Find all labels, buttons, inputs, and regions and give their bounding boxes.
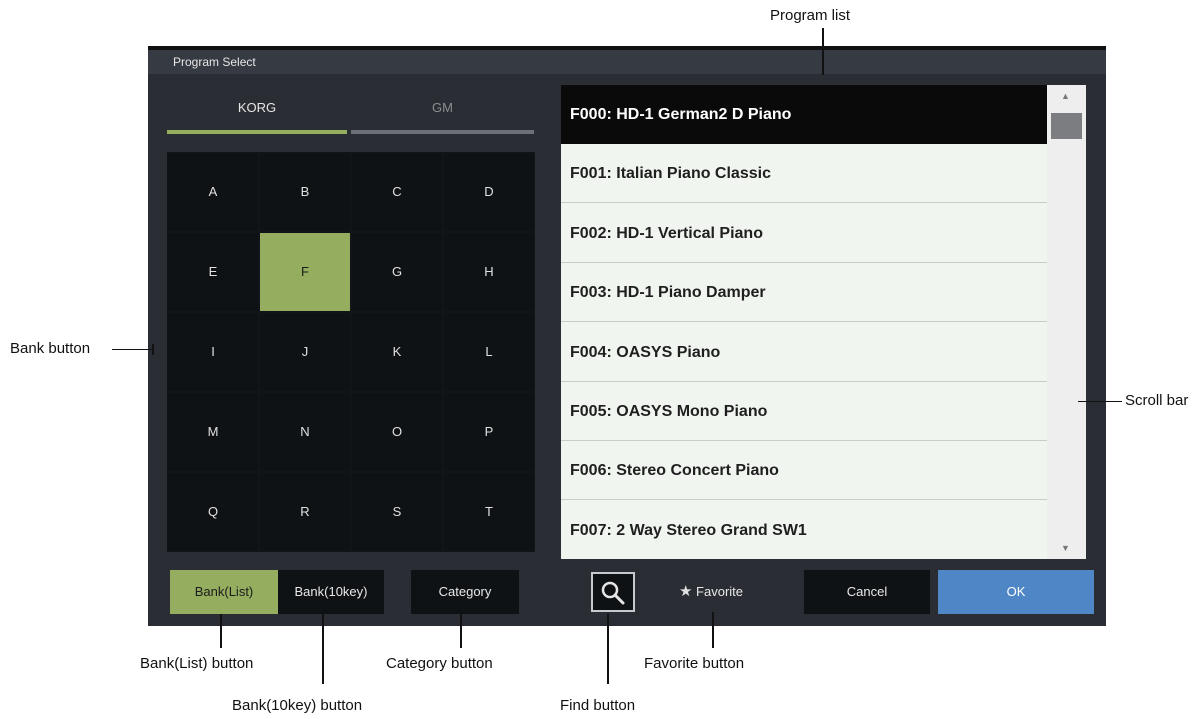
bank-grid: ABCD EFGH IJKL MNOP QRST (167, 152, 535, 552)
leader-bank-button (112, 349, 152, 350)
callout-bank-list-button: Bank(List) button (140, 655, 254, 672)
bank-button-s[interactable]: S (352, 473, 442, 551)
program-list-item[interactable]: F000: HD-1 German2 D Piano (561, 85, 1047, 144)
leader-favorite (712, 612, 714, 648)
callout-favorite-button: Favorite button (644, 655, 745, 672)
bank-button-q[interactable]: Q (168, 473, 258, 551)
bank-button-j[interactable]: J (260, 313, 350, 391)
callout-bank-button: Bank button (10, 340, 91, 357)
callout-program-list: Program list (770, 7, 851, 24)
bank-button-d[interactable]: D (444, 153, 534, 231)
bank-button-c[interactable]: C (352, 153, 442, 231)
leader-bank-10key (322, 614, 324, 684)
bank-button-a[interactable]: A (168, 153, 258, 231)
program-select-dialog: Program Select KORG GM ABCD EFGH IJKL MNOP Q… (148, 46, 1106, 626)
program-list-item[interactable]: F003: HD-1 Piano Damper (561, 263, 1047, 323)
tab-gm[interactable]: GM (351, 96, 534, 134)
leader-program-list (822, 28, 824, 75)
callout-scroll-bar: Scroll bar (1125, 392, 1189, 409)
bank-button-m[interactable]: M (168, 393, 258, 471)
dialog-titlebar: Program Select (148, 50, 1106, 74)
bank-10key-button[interactable]: Bank(10key) (278, 570, 384, 614)
bank-button-g[interactable]: G (352, 233, 442, 311)
tab-gm-indicator (351, 130, 534, 134)
leader-bank-button-tick (152, 344, 154, 355)
tab-korg[interactable]: KORG (167, 96, 347, 134)
scroll-thumb[interactable] (1051, 113, 1082, 139)
program-list-item[interactable]: F006: Stereo Concert Piano (561, 441, 1047, 501)
magnifier-icon (601, 581, 625, 605)
dialog-bottom-edge (148, 624, 1106, 626)
program-list-item[interactable]: F005: OASYS Mono Piano (561, 382, 1047, 441)
cancel-button[interactable]: Cancel (804, 570, 930, 614)
favorite-button[interactable]: ★ Favorite (656, 570, 766, 614)
category-button-label: Category (438, 584, 492, 599)
leader-bank-list (220, 614, 222, 648)
bank-button-p[interactable]: P (444, 393, 534, 471)
triangle-up-icon[interactable]: ▲ (1061, 91, 1070, 101)
find-button[interactable] (591, 572, 635, 612)
ok-button-label: OK (1006, 584, 1026, 599)
callout-bank-10key-button: Bank(10key) button (232, 697, 363, 714)
bank-button-n[interactable]: N (260, 393, 350, 471)
bank-button-i[interactable]: I (168, 313, 258, 391)
dialog-title: Program Select (173, 55, 256, 69)
callout-find-button: Find button (560, 697, 636, 714)
bank-button-k[interactable]: K (352, 313, 442, 391)
program-list-item[interactable]: F007: 2 Way Stereo Grand SW1 (561, 501, 1047, 559)
scroll-bar[interactable]: ▲ ▼ (1047, 85, 1086, 559)
category-button[interactable]: Category (411, 570, 519, 614)
bank-button-b[interactable]: B (260, 153, 350, 231)
callout-category-button: Category button (386, 655, 493, 672)
bank-list-button[interactable]: Bank(List) (170, 570, 278, 614)
ok-button[interactable]: OK (938, 570, 1094, 614)
tab-gm-label: GM (432, 100, 453, 115)
bank-button-l[interactable]: L (444, 313, 534, 391)
favorite-button-label: Favorite (696, 584, 744, 599)
tab-korg-indicator (167, 130, 347, 134)
leader-find (607, 614, 609, 684)
bank-button-o[interactable]: O (352, 393, 442, 471)
triangle-down-icon[interactable]: ▼ (1061, 543, 1070, 553)
star-icon: ★ (678, 583, 693, 600)
cancel-button-label: Cancel (846, 584, 888, 599)
tab-korg-label: KORG (237, 100, 277, 115)
program-list[interactable]: F000: HD-1 German2 D Piano F001: Italian … (561, 85, 1047, 559)
bank-button-r[interactable]: R (260, 473, 350, 551)
leader-category (460, 614, 462, 648)
program-list-item[interactable]: F002: HD-1 Vertical Piano (561, 204, 1047, 263)
bank-button-e[interactable]: E (168, 233, 258, 311)
program-list-item[interactable]: F001: Italian Piano Classic (561, 144, 1047, 204)
bank-10key-button-label: Bank(10key) (294, 584, 368, 599)
bank-list-button-label: Bank(List) (194, 584, 254, 599)
leader-scroll-bar (1078, 401, 1122, 402)
bank-button-h[interactable]: H (444, 233, 534, 311)
program-list-item[interactable]: F004: OASYS Piano (561, 323, 1047, 382)
bank-button-t[interactable]: T (444, 473, 534, 551)
bank-button-f[interactable]: F (260, 233, 350, 311)
